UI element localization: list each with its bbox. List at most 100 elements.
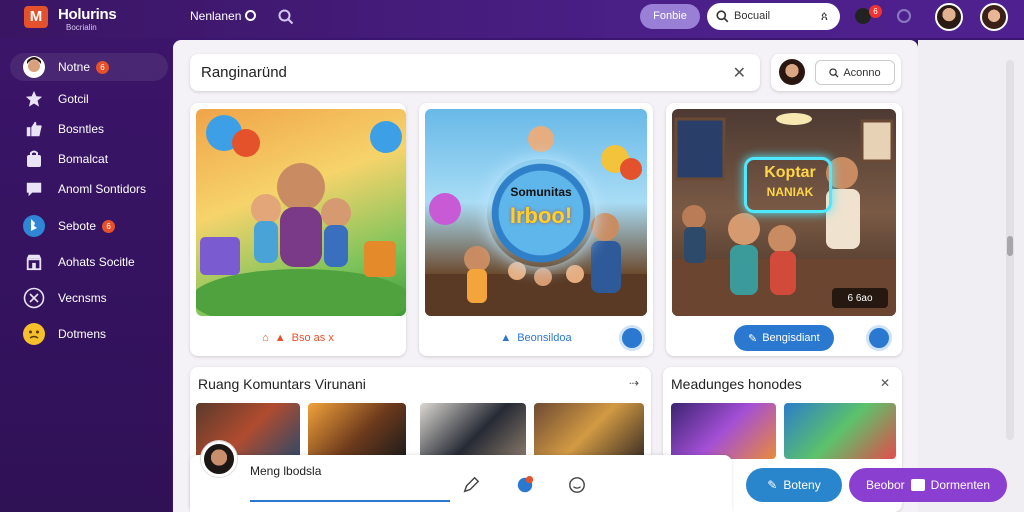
- image-tag[interactable]: 6 6ao: [832, 288, 888, 308]
- primary-action-label: Boteny: [783, 478, 821, 492]
- content-card[interactable]: Koptar NANIAK 6 6ao ✎ Bengisdiant: [666, 103, 902, 356]
- app-brand-subtitle: Bocrialin: [66, 23, 97, 32]
- comment-button-label-2: Dormenten: [930, 478, 991, 492]
- card-image[interactable]: [196, 109, 406, 316]
- neon-sign-text: Koptar: [764, 164, 816, 181]
- sidebar-item-bosntles[interactable]: Bosntles: [22, 115, 104, 143]
- scrollbar-thumb[interactable]: [1007, 236, 1013, 256]
- video-thumbnail[interactable]: [308, 403, 406, 459]
- composer-underline: [250, 500, 450, 502]
- sidebar-item-label: Notne: [58, 60, 91, 74]
- sidebar-item-label: Bomalcat: [58, 152, 109, 166]
- pen-icon[interactable]: [462, 476, 480, 494]
- sidebar-item-label: Gotcil: [58, 92, 89, 106]
- thumbs-up-icon[interactable]: ▲: [275, 332, 286, 344]
- power-icon[interactable]: [245, 10, 256, 21]
- notification-badge: 6: [869, 5, 882, 18]
- bubble-text: Somunitas: [510, 185, 572, 199]
- sidebar-item-label: Anoml Sontidors: [58, 182, 147, 196]
- card-action-button[interactable]: ✎ Bengisdiant: [734, 325, 834, 351]
- app-brand-name: Holurins: [58, 6, 117, 23]
- composer-placeholder[interactable]: Meng lbodsla: [250, 464, 321, 478]
- main-search-value: Ranginaründ: [201, 64, 287, 81]
- sidebar-item-label: Bosntles: [58, 122, 105, 136]
- emoji-icon[interactable]: [568, 476, 586, 494]
- video-thumbnail[interactable]: [420, 403, 526, 459]
- section-title: Meadunges honodes: [671, 376, 802, 392]
- top-pill-button[interactable]: Fonbie: [640, 4, 700, 29]
- sidebar-item-vecnsms[interactable]: Vecnsms: [22, 284, 107, 312]
- top-search-field[interactable]: Bocuail ጰ: [707, 3, 840, 30]
- sidebar-item-label: Dotmens: [58, 327, 107, 341]
- sidebar-item-dotmens[interactable]: Dotmens: [22, 320, 106, 348]
- search-icon: [829, 67, 839, 78]
- card-footer: ⌂ ▲ Bso as x: [190, 321, 406, 355]
- circle-action-button[interactable]: [619, 325, 645, 351]
- card-image[interactable]: Koptar NANIAK 6 6ao: [672, 109, 896, 316]
- section-title: Ruang Komuntars Virunani: [198, 376, 366, 392]
- like-icon[interactable]: ⌂: [262, 332, 269, 344]
- card-footer-label[interactable]: Bso as x: [292, 332, 334, 344]
- sidebar-item-bomalcat[interactable]: Bomalcat: [22, 145, 108, 173]
- video-thumbnail[interactable]: [671, 403, 776, 459]
- edit-icon: ✎: [767, 478, 778, 492]
- card-image[interactable]: Somunitas Irboo!: [425, 109, 647, 316]
- comment-button[interactable]: Beobor Dormenten: [849, 468, 1007, 502]
- avatar[interactable]: [201, 441, 237, 477]
- circle-action-button[interactable]: [866, 325, 892, 351]
- sidebar-item-sebote[interactable]: Sebote 6: [22, 212, 116, 240]
- content-card[interactable]: Somunitas Irboo! ▲ Beonsildoa: [419, 103, 653, 356]
- sidebar-item-label: Vecnsms: [58, 291, 107, 305]
- avatar[interactable]: [935, 3, 963, 31]
- top-search-value: Bocuail: [734, 10, 771, 22]
- comment-composer[interactable]: Meng lbodsla: [190, 441, 732, 512]
- thumbs-up-icon: [22, 117, 46, 141]
- bag-icon: [22, 147, 46, 171]
- profile-avatar[interactable]: [980, 3, 1008, 31]
- primary-action-button[interactable]: ✎ Boteny: [746, 468, 842, 502]
- video-thumbnail[interactable]: [784, 403, 896, 459]
- main-search-input[interactable]: Ranginaründ ✕: [190, 54, 760, 91]
- user-box: Aconno: [771, 54, 901, 91]
- image-tag-label: 6 6ao: [847, 292, 873, 304]
- content-card[interactable]: ⌂ ▲ Bso as x: [190, 103, 406, 356]
- share-icon[interactable]: ⇢: [629, 376, 639, 390]
- card-footer-label[interactable]: Beonsildoa: [517, 332, 571, 344]
- settings-icon[interactable]: [897, 9, 911, 23]
- top-search-key: ጰ: [820, 9, 828, 23]
- sidebar-badge: 6: [102, 219, 116, 233]
- globe-icon[interactable]: [516, 476, 534, 494]
- neon-sign-subtext: NANIAK: [766, 185, 814, 199]
- close-circle-icon: [22, 286, 46, 310]
- store-icon: [22, 250, 46, 274]
- star-icon: [22, 87, 46, 111]
- app-logo-icon[interactable]: M: [24, 6, 48, 28]
- chat-bubble-icon: [22, 177, 46, 201]
- card-footer-label: Bengisdiant: [762, 332, 820, 344]
- sidebar-item-anoml-sontidors[interactable]: Anoml Sontidors: [22, 175, 146, 203]
- sidebar-item-notne[interactable]: Notne 6: [10, 53, 168, 81]
- avatar[interactable]: [779, 59, 805, 85]
- video-thumbnail[interactable]: [534, 403, 644, 459]
- top-user-label[interactable]: Nenlanen: [190, 9, 241, 23]
- close-icon[interactable]: ✕: [733, 63, 746, 83]
- bing-icon: [22, 214, 46, 238]
- card-footer: ▲ Beonsildoa: [419, 321, 653, 355]
- search-icon: [716, 10, 729, 23]
- account-button-label: Aconno: [843, 66, 881, 79]
- emoji-icon: [22, 322, 46, 346]
- search-icon[interactable]: [278, 9, 294, 25]
- kids-illustration: [196, 115, 406, 316]
- account-button[interactable]: Aconno: [815, 60, 895, 85]
- sidebar-item-gotcil[interactable]: Gotcil: [22, 85, 89, 113]
- bubble-headline: Irboo!: [509, 203, 573, 228]
- thumbs-up-icon[interactable]: ▲: [500, 332, 511, 344]
- sidebar-item-label: Sebote: [58, 219, 97, 233]
- sidebar-item-aohats-socitle[interactable]: Aohats Socitle: [22, 248, 135, 276]
- sidebar-badge: 6: [96, 60, 110, 74]
- sidebar-item-label: Aohats Socitle: [58, 255, 135, 269]
- user-avatar-icon: [22, 55, 46, 79]
- comment-icon: [910, 479, 925, 491]
- close-icon[interactable]: ✕: [880, 376, 890, 390]
- comment-button-label: Beobor: [865, 478, 905, 492]
